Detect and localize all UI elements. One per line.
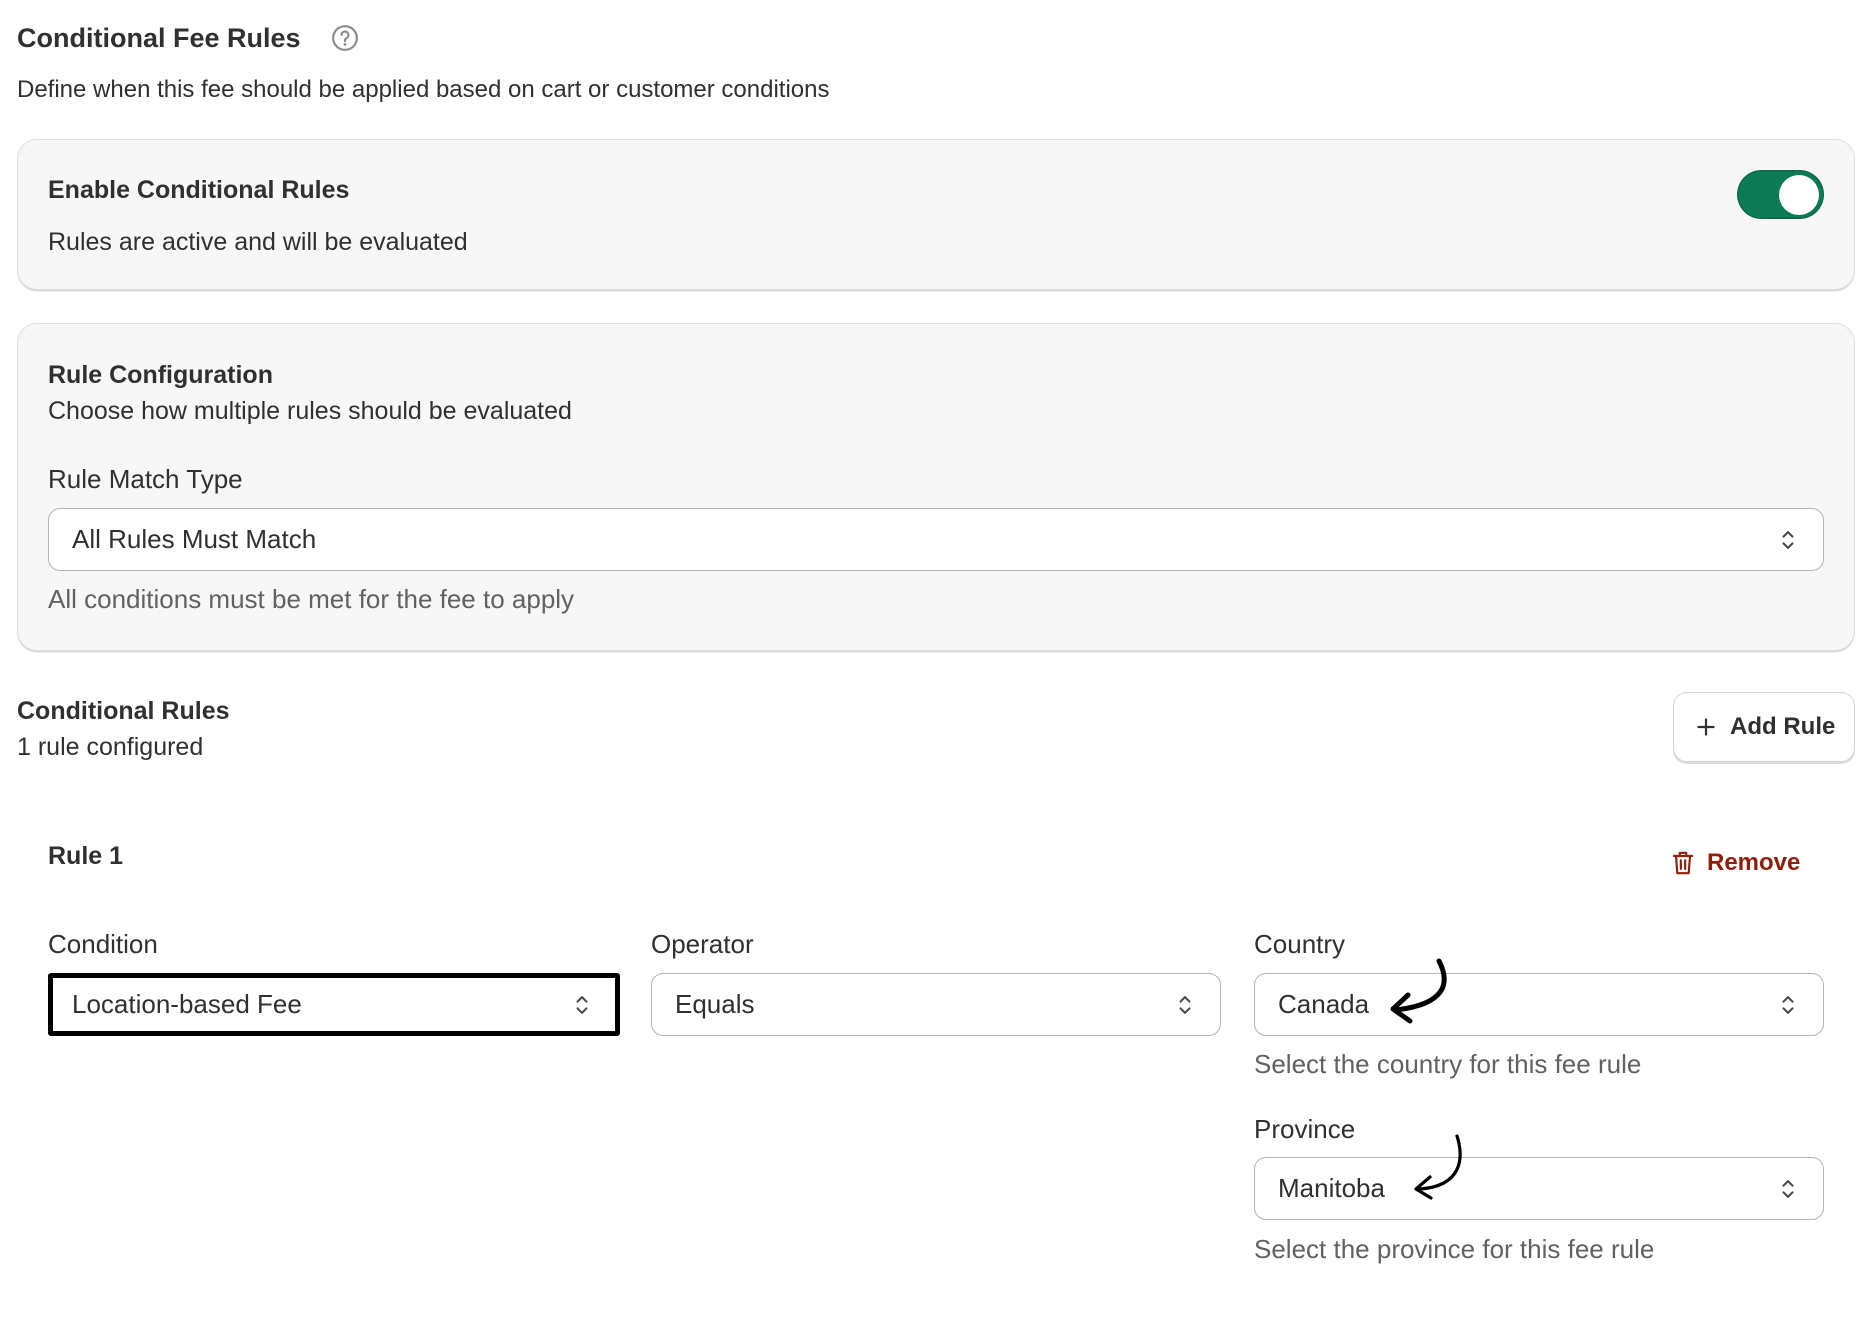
rules-count: 1 rule configured xyxy=(17,733,204,761)
condition-select[interactable]: Location-based Fee xyxy=(48,973,620,1036)
province-label: Province xyxy=(1254,1114,1356,1144)
trash-icon xyxy=(1672,851,1694,875)
country-select[interactable]: Canada xyxy=(1254,973,1824,1036)
page-description: Define when this fee should be applied b… xyxy=(17,76,830,103)
add-rule-label: Add Rule xyxy=(1730,713,1836,740)
condition-label: Condition xyxy=(48,929,158,959)
enable-rules-title: Enable Conditional Rules xyxy=(48,176,350,204)
add-rule-button[interactable]: Add Rule xyxy=(1673,692,1855,762)
match-type-value: All Rules Must Match xyxy=(72,524,317,554)
question-circle-icon[interactable] xyxy=(331,24,359,52)
plus-icon xyxy=(1697,718,1715,736)
enable-rules-card: Enable Conditional Rules Rules are activ… xyxy=(17,139,1855,290)
chevron-up-down-icon xyxy=(1782,995,1794,1014)
chevron-up-down-icon xyxy=(576,995,588,1014)
match-type-label: Rule Match Type xyxy=(48,464,243,494)
chevron-up-down-icon xyxy=(1782,1179,1794,1198)
conditional-rules-title: Conditional Rules xyxy=(17,697,230,725)
rule-title: Rule 1 xyxy=(48,842,124,870)
country-help: Select the country for this fee rule xyxy=(1254,1049,1642,1079)
province-help: Select the province for this fee rule xyxy=(1254,1234,1655,1264)
operator-select[interactable]: Equals xyxy=(651,973,1221,1036)
operator-value: Equals xyxy=(675,989,755,1019)
condition-value: Location-based Fee xyxy=(72,989,302,1019)
toggle-knob xyxy=(1779,174,1819,215)
country-value: Canada xyxy=(1278,989,1370,1019)
rule-configuration-title: Rule Configuration xyxy=(48,361,273,389)
remove-rule-label: Remove xyxy=(1707,849,1801,876)
rule-configuration-card: Rule Configuration Choose how multiple r… xyxy=(17,323,1855,651)
page-title: Conditional Fee Rules xyxy=(17,23,301,53)
country-label: Country xyxy=(1254,929,1346,959)
rule-configuration-description: Choose how multiple rules should be eval… xyxy=(48,397,572,425)
enable-rules-toggle[interactable] xyxy=(1737,170,1824,219)
chevron-up-down-icon xyxy=(1179,995,1191,1014)
enable-rules-status: Rules are active and will be evaluated xyxy=(48,228,468,256)
match-type-select[interactable]: All Rules Must Match xyxy=(48,508,1824,571)
province-value: Manitoba xyxy=(1278,1173,1385,1203)
operator-label: Operator xyxy=(651,929,754,959)
match-type-help: All conditions must be met for the fee t… xyxy=(48,584,575,614)
chevron-up-down-icon xyxy=(1782,530,1794,549)
remove-rule-button[interactable]: Remove xyxy=(1668,846,1808,880)
province-select[interactable]: Manitoba xyxy=(1254,1157,1824,1220)
